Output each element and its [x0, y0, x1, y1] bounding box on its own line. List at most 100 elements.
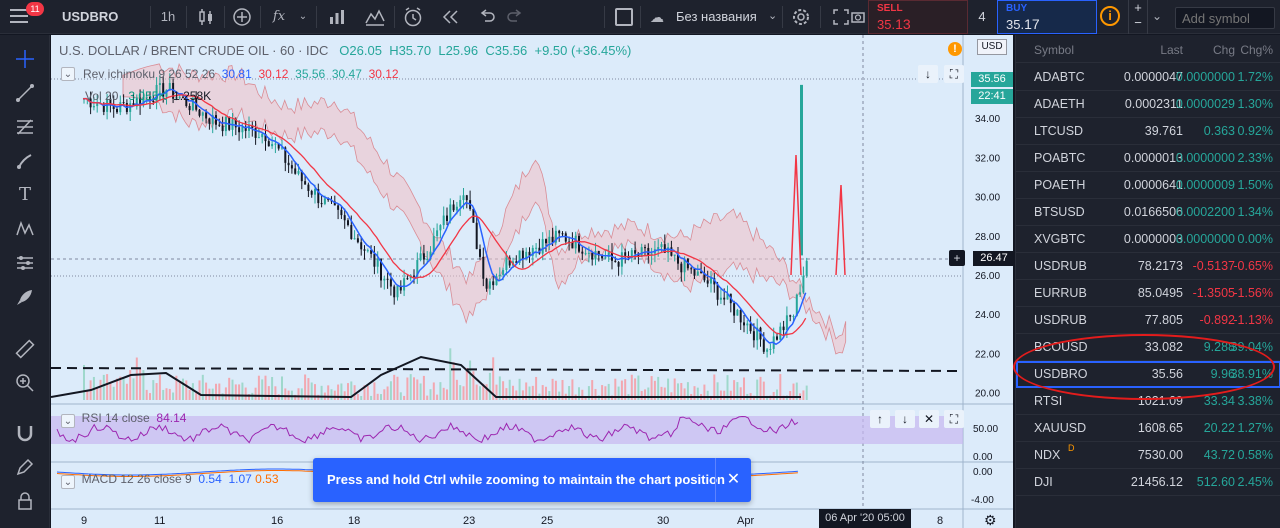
ichimoku-legend[interactable]: Rev ichimoku 9 26 52 26 30.81 30.12 35.5… [83, 67, 399, 81]
candle-body [198, 109, 201, 116]
stay-in-drawing-icon[interactable] [8, 453, 42, 481]
replay-icon[interactable] [438, 6, 464, 28]
watchlist-row[interactable]: USDBRO 35.56 9.96 38.91% [1016, 361, 1280, 388]
rsi-move-up-icon[interactable]: ↑ [870, 410, 890, 428]
watchlist-row[interactable]: ADAETH 0.0002311 0.0000029 1.30% [1016, 91, 1280, 118]
watchlist-row[interactable]: POABTC 0.0000013 0.0000000 2.33% [1016, 145, 1280, 172]
gear-icon: ⚙ [984, 512, 997, 528]
candle-body [799, 292, 802, 295]
symbol-search-button[interactable]: USDBRO [62, 9, 118, 24]
watchlist-last: 78.2173 [1137, 259, 1183, 273]
watchlist-row[interactable]: XAUUSD 1608.65 20.22 1.27% [1016, 415, 1280, 442]
alert-marker-icon[interactable]: ! [948, 42, 962, 56]
watchlist-row[interactable]: LTCUSD 39.761 0.363 0.92% [1016, 118, 1280, 145]
candle-body [356, 238, 359, 243]
layout-dropdown-chevron-icon[interactable]: ⌄ [768, 9, 777, 22]
watchlist-row[interactable]: RTSI 1021.09 33.34 3.38% [1016, 388, 1280, 415]
brush-icon[interactable] [8, 147, 42, 175]
pattern-icon[interactable] [8, 215, 42, 243]
watchlist-row[interactable]: USDRUB 78.2173 -0.5137 -0.65% [1016, 253, 1280, 280]
info-icon[interactable]: i [1100, 6, 1120, 26]
watchlist-row[interactable]: BCOUSD 33.082 9.288 39.04% [1016, 334, 1280, 361]
volume-bar [139, 368, 142, 400]
watchlist-row[interactable]: XVGBTC 0.0000003 0.0000000 0.00% [1016, 226, 1280, 253]
minus-icon[interactable]: − [1129, 15, 1147, 30]
indicators-icon[interactable]: fx [266, 6, 292, 28]
rsi-close-icon[interactable]: ✕ [919, 410, 939, 428]
compare-icon[interactable] [229, 6, 255, 28]
ruler-icon[interactable] [8, 335, 42, 363]
fib-retracement-icon[interactable] [8, 113, 42, 141]
col-symbol[interactable]: Symbol [1034, 43, 1074, 57]
menu-icon[interactable] [10, 9, 28, 23]
text-icon[interactable]: T [8, 181, 42, 209]
legend-collapse-chevron-icon[interactable]: ⌄ [61, 67, 75, 81]
buy-button[interactable]: BUY 35.17 [997, 0, 1097, 34]
plus-icon[interactable]: + [1129, 0, 1147, 15]
rsi-legend[interactable]: ⌄ RSI 14 close 84.14 [61, 411, 186, 428]
toast-close-icon[interactable]: ✕ [715, 458, 751, 502]
volume-bar [231, 379, 234, 400]
indicators-dropdown-chevron-icon[interactable]: ⌄ [296, 6, 310, 28]
settings-gear-icon[interactable] [788, 6, 814, 28]
alert-clock-icon[interactable] [400, 6, 426, 28]
macd-legend[interactable]: ⌄ MACD 12 26 close 9 0.54 1.07 0.53 [61, 472, 279, 489]
cloud-icon[interactable]: ☁ [650, 9, 664, 26]
volume-bar [459, 385, 462, 400]
currency-label[interactable]: USD [977, 39, 1007, 55]
add-alert-plus-icon[interactable]: + [949, 250, 965, 266]
zoom-in-icon[interactable] [8, 369, 42, 397]
col-chg-pct[interactable]: Chg% [1240, 43, 1273, 57]
watchlist-row[interactable]: NDX D 7530.00 43.72 0.58% [1016, 442, 1280, 469]
add-symbol-input[interactable] [1175, 7, 1275, 29]
volume-legend[interactable]: Vol 20 3.055K 1.258K [85, 89, 211, 103]
candle-body [287, 162, 290, 166]
watchlist-row[interactable]: BTSUSD 0.0166506 0.0002200 1.34% [1016, 199, 1280, 226]
watchlist-row[interactable]: EURRUB 85.0495 -1.3505 -1.56% [1016, 280, 1280, 307]
sell-button[interactable]: SELL 35.13 [868, 0, 968, 34]
layout-icon[interactable] [615, 8, 633, 26]
col-chg[interactable]: Chg [1213, 43, 1235, 57]
rocket-icon[interactable] [8, 283, 42, 311]
col-last[interactable]: Last [1160, 43, 1183, 57]
watchlist-row[interactable]: ADABTC 0.0000047 0.0000000 1.72% [1016, 64, 1280, 91]
volume-bar [228, 377, 231, 400]
watchlist-row[interactable]: POAETH 0.0000641 0.0000009 1.50% [1016, 172, 1280, 199]
price-chart-canvas[interactable]: 36.0034.0032.0030.0028.0026.0024.0022.00… [51, 35, 1013, 528]
watchlist-last: 33.082 [1144, 340, 1183, 354]
candle-body [673, 254, 676, 256]
redo-icon[interactable] [502, 6, 528, 28]
candles-icon[interactable] [192, 6, 220, 28]
candle-body [587, 252, 590, 254]
interval-button[interactable]: 1h [155, 6, 181, 28]
volume-bar [149, 393, 151, 400]
watchlist-chg: 0.0000029 [1175, 97, 1235, 111]
undo-icon[interactable] [474, 6, 500, 28]
prediction-icon[interactable] [8, 249, 42, 277]
watchlist-row[interactable]: DJI 21456.12 512.60 2.45% [1016, 469, 1280, 496]
volume-bar [234, 384, 237, 400]
volume-bar [413, 377, 415, 400]
watchlist-chevron-icon[interactable]: ⌄ [1152, 9, 1162, 23]
watchlist-last: 1021.09 [1137, 394, 1183, 408]
rsi-collapse-chevron-icon[interactable]: ⌄ [61, 414, 75, 428]
candle-body [762, 339, 765, 352]
magnet-icon[interactable] [8, 419, 42, 447]
quantity-stepper[interactable]: + − [1128, 0, 1148, 34]
candle-body [446, 215, 448, 221]
layout-name-button[interactable]: Без названия [676, 9, 757, 24]
snapshot-icon[interactable] [848, 6, 868, 28]
watchlist-row[interactable]: USDRUB 77.805 -0.892 -1.13% [1016, 307, 1280, 334]
lock-icon[interactable] [8, 487, 42, 515]
volume-bar [475, 384, 478, 400]
move-pane-down-icon[interactable]: ↓ [918, 65, 938, 83]
rsi-move-down-icon[interactable]: ↓ [895, 410, 915, 428]
maximize-pane-icon[interactable]: ⛶ [944, 65, 964, 83]
templates-icon[interactable] [362, 6, 388, 28]
chart-area[interactable]: 36.0034.0032.0030.0028.0026.0024.0022.00… [51, 35, 1015, 528]
crosshair-icon[interactable] [8, 45, 42, 73]
trend-line-icon[interactable] [8, 79, 42, 107]
macd-collapse-chevron-icon[interactable]: ⌄ [61, 475, 75, 489]
financials-icon[interactable] [324, 6, 350, 28]
rsi-maximize-icon[interactable]: ⛶ [944, 410, 964, 428]
